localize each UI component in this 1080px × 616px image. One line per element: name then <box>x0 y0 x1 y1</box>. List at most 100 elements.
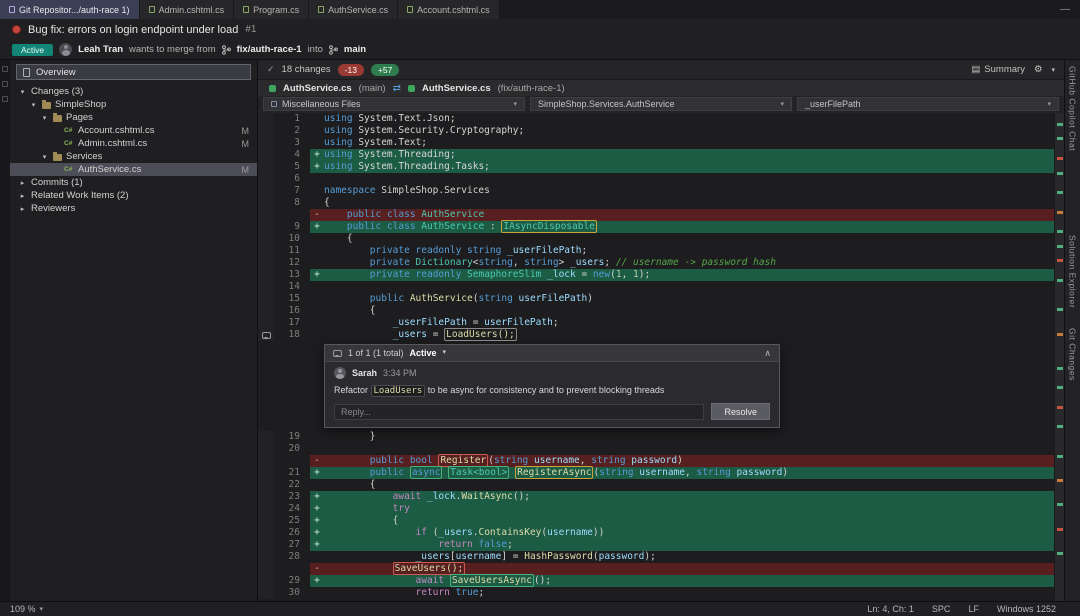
code-line[interactable]: 3using System.Text; <box>258 137 1054 149</box>
right-tool-strip: GitHub Copilot Chat Solution Explorer Git … <box>1064 60 1080 601</box>
code-token <box>324 467 370 478</box>
code-line[interactable]: 24+ try <box>258 503 1054 515</box>
code-line[interactable]: 27+ return false; <box>258 539 1054 551</box>
gear-icon[interactable]: ⚙ <box>1034 64 1043 75</box>
removed-marker: - <box>310 563 324 575</box>
minimize-icon[interactable]: — <box>1060 4 1070 15</box>
project-dropdown[interactable]: Miscellaneous Files ▾ <box>263 97 525 111</box>
code-line[interactable]: 21+ public async Task<bool> RegisterAsyn… <box>258 467 1054 479</box>
code-line[interactable]: - public class AuthService <box>258 209 1054 221</box>
comment-thread-header[interactable]: 1 of 1 (1 total) Active ▾ ∧ <box>325 345 779 362</box>
code-text: using System.Security.Cryptography; <box>324 125 1054 137</box>
code-line[interactable]: 1using System.Text.Json; <box>258 113 1054 125</box>
comment-gutter <box>258 563 274 575</box>
code-line[interactable]: 30 return true; <box>258 587 1054 599</box>
reply-input[interactable] <box>334 404 704 420</box>
code-line[interactable]: 28 _users[username] = HashPassword(passw… <box>258 551 1054 563</box>
code-line[interactable]: 12 private Dictionary<string, string> _u… <box>258 257 1054 269</box>
code-line[interactable]: 29+ await SaveUsersAsync(); <box>258 575 1054 587</box>
zoom-control[interactable]: 109 % ▾ <box>10 604 43 614</box>
comment-thread-body: Sarah 3:34 PM Refactor LoadUsers to be a… <box>325 362 779 427</box>
tree-item[interactable]: ▸Related Work Items (2) <box>10 189 257 202</box>
code-line[interactable]: 6 <box>258 173 1054 185</box>
tree-item[interactable]: ▸Commits (1) <box>10 176 257 189</box>
code-text: _userFilePath = userFilePath; <box>324 317 1054 329</box>
code-line[interactable]: 16 { <box>258 305 1054 317</box>
code-line[interactable]: 13+ private readonly SemaphoreSlim _lock… <box>258 269 1054 281</box>
code-token: : <box>484 221 501 232</box>
folder-icon <box>53 115 62 122</box>
code-line[interactable]: 4+using System.Threading; <box>258 149 1054 161</box>
code-line[interactable]: 11 private readonly string _userFilePath… <box>258 245 1054 257</box>
activity-icon[interactable] <box>2 96 8 102</box>
document-tab[interactable]: Account.cshtml.cs <box>398 0 500 19</box>
tree-item[interactable]: C#AuthService.csM <box>10 163 257 176</box>
code-line[interactable]: - public bool Register(string username, … <box>258 455 1054 467</box>
status-item[interactable]: SPC <box>932 604 951 614</box>
code-lines[interactable]: 1using System.Text.Json;2using System.Se… <box>258 113 1054 601</box>
resolve-button[interactable]: Resolve <box>711 403 770 420</box>
tree-item[interactable]: ▸Reviewers <box>10 202 257 215</box>
member-dropdown[interactable]: _userFilePath ▾ <box>797 97 1059 111</box>
comment-bubble-icon[interactable] <box>262 332 271 339</box>
left-file-branch: (main) <box>359 83 386 94</box>
overview-ruler[interactable] <box>1054 113 1064 601</box>
document-tab[interactable]: Admin.cshtml.cs <box>140 0 235 19</box>
chevron-down-icon[interactable]: ▾ <box>1051 66 1055 74</box>
code-token: SaveUsersAsync <box>450 574 534 587</box>
tool-tab-solution-explorer[interactable]: Solution Explorer <box>1068 235 1078 308</box>
code-line[interactable]: 26+ if (_users.ContainsKey(username)) <box>258 527 1054 539</box>
type-dropdown[interactable]: SimpleShop.Services.AuthService ▾ <box>530 97 792 111</box>
type-dropdown-value: SimpleShop.Services.AuthService <box>538 99 675 109</box>
source-branch[interactable]: fix/auth-race-1 <box>237 44 302 55</box>
code-line[interactable]: 19 } <box>258 431 1054 443</box>
code-line[interactable]: 14 <box>258 281 1054 293</box>
tree-item[interactable]: ▾Changes (3) <box>10 85 257 98</box>
code-line[interactable]: 22 { <box>258 479 1054 491</box>
tree-item[interactable]: ▾SimpleShop <box>10 98 257 111</box>
code-line[interactable]: 7namespace SimpleShop.Services <box>258 185 1054 197</box>
code-token: > <box>559 257 570 268</box>
code-line[interactable]: 20 <box>258 443 1054 455</box>
summary-button[interactable]: ▤ Summary <box>971 64 1025 75</box>
thread-status[interactable]: Active <box>410 347 437 359</box>
document-tab[interactable]: AuthService.cs <box>309 0 398 19</box>
code-line[interactable]: 5+using System.Threading.Tasks; <box>258 161 1054 173</box>
tool-tab-github-copilot-chat[interactable]: GitHub Copilot Chat <box>1068 66 1078 151</box>
comment-gutter <box>258 197 274 209</box>
code-line[interactable]: 9+ public class AuthService : IAsyncDisp… <box>258 221 1054 233</box>
status-item[interactable]: LF <box>968 604 979 614</box>
tree-item[interactable]: C#Account.cshtml.csM <box>10 124 257 137</box>
tab-label: Program.cs <box>253 5 299 15</box>
code-line[interactable]: 25+ { <box>258 515 1054 527</box>
code-line[interactable]: 8{ <box>258 197 1054 209</box>
code-line[interactable]: 17 _userFilePath = userFilePath; <box>258 317 1054 329</box>
activity-icon[interactable] <box>2 81 8 87</box>
tree-item[interactable]: ▾Services <box>10 150 257 163</box>
code-token: ; <box>553 317 559 328</box>
activity-icon[interactable] <box>2 66 8 72</box>
code-line[interactable]: 23+ await _lock.WaitAsync(); <box>258 491 1054 503</box>
tree-item[interactable]: ▾Pages <box>10 111 257 124</box>
line-number: 5 <box>274 161 310 173</box>
code-line[interactable]: 18 _users = LoadUsers(); <box>258 329 1054 341</box>
chevron-right-icon: ▸ <box>18 192 27 200</box>
tree-item[interactable]: C#Admin.cshtml.csM <box>10 137 257 150</box>
code-token <box>444 575 450 586</box>
status-item[interactable]: Windows 1252 <box>997 604 1056 614</box>
code-line[interactable]: 2using System.Security.Cryptography; <box>258 125 1054 137</box>
code-line[interactable]: 15 public AuthService(string userFilePat… <box>258 293 1054 305</box>
collapse-icon[interactable]: ∧ <box>764 347 771 359</box>
code-token <box>324 575 416 586</box>
code-text: return true; <box>324 587 1054 599</box>
sidebar-item-overview[interactable]: Overview <box>16 64 251 80</box>
status-item[interactable]: Ln: 4, Ch: 1 <box>867 604 914 614</box>
author-avatar <box>59 43 72 56</box>
document-tab[interactable]: Git Repositor.../auth-race 1) <box>0 0 140 19</box>
code-line[interactable]: - SaveUsers(); <box>258 563 1054 575</box>
chevron-down-icon[interactable]: ▾ <box>443 347 447 359</box>
tool-tab-git-changes[interactable]: Git Changes <box>1068 328 1078 381</box>
code-line[interactable]: 10 { <box>258 233 1054 245</box>
document-tab[interactable]: Program.cs <box>234 0 309 19</box>
target-branch[interactable]: main <box>344 44 366 55</box>
